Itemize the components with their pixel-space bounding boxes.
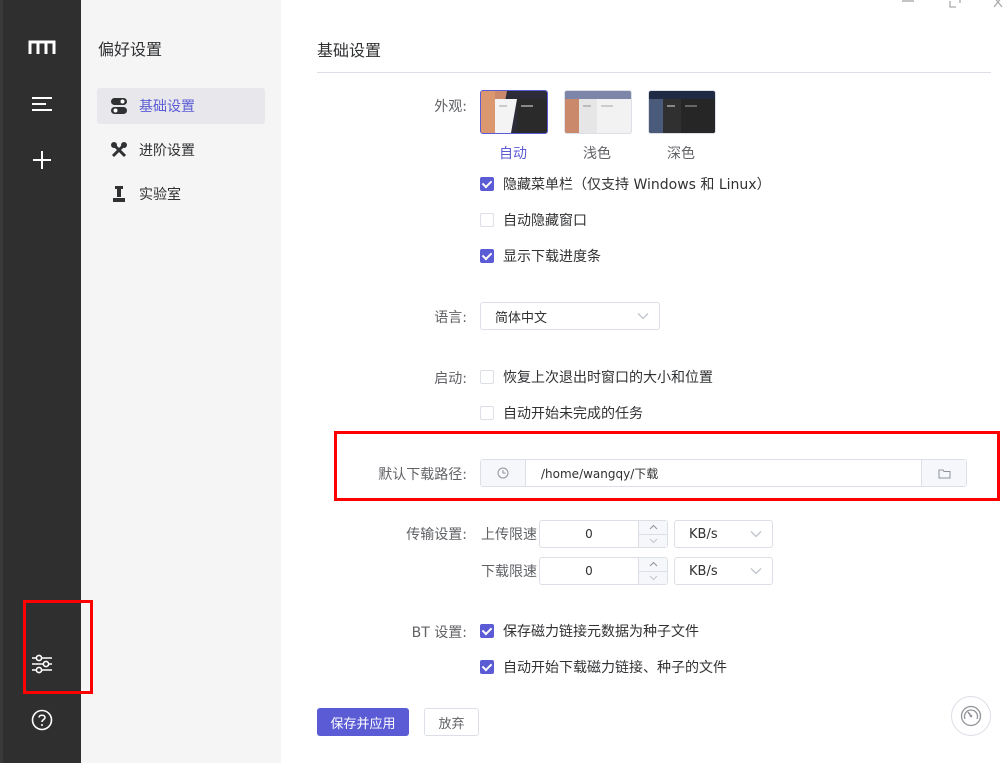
- preferences-title: 偏好设置: [98, 40, 163, 59]
- transfer-label: 传输设置:: [406, 527, 467, 543]
- motrix-logo-icon[interactable]: [3, 27, 81, 67]
- language-value: 简体中文: [495, 310, 548, 326]
- chevron-down-icon: [750, 563, 762, 579]
- folder-icon[interactable]: [921, 460, 966, 486]
- page-title: 基础设置: [317, 41, 382, 60]
- checkbox-box[interactable]: [480, 249, 494, 263]
- chevron-down-icon[interactable]: [639, 534, 667, 547]
- upload-unit-select[interactable]: KB/s: [674, 520, 773, 548]
- preferences-icon[interactable]: [3, 644, 81, 684]
- chevron-down-icon: [750, 526, 762, 542]
- download-path-field[interactable]: /home/wangqy/下载: [480, 459, 967, 487]
- checkbox-label: 自动开始未完成的任务: [503, 406, 643, 422]
- nav-item-basic[interactable]: 基础设置: [97, 88, 265, 124]
- checkbox-label: 保存磁力链接元数据为种子文件: [503, 624, 699, 640]
- theme-auto-thumbnail[interactable]: [480, 90, 548, 134]
- checkbox-box[interactable]: [480, 177, 494, 191]
- nav-item-label: 实验室: [139, 187, 181, 203]
- lab-icon: [109, 185, 129, 203]
- checkbox-box[interactable]: [480, 624, 494, 638]
- theme-light-label[interactable]: 浅色: [564, 143, 630, 163]
- save-magnet-checkbox[interactable]: 保存磁力链接元数据为种子文件: [480, 621, 699, 641]
- toggle-icon: [109, 97, 129, 115]
- add-icon[interactable]: [3, 140, 81, 180]
- checkbox-box[interactable]: [480, 660, 494, 674]
- tools-icon: [109, 141, 129, 159]
- menu-icon[interactable]: [3, 84, 81, 124]
- checkbox-label: 自动开始下载磁力链接、种子的文件: [503, 660, 727, 676]
- bt-auto-start-checkbox[interactable]: 自动开始下载磁力链接、种子的文件: [480, 657, 727, 677]
- title-divider: [317, 72, 991, 73]
- theme-light-thumbnail[interactable]: [564, 90, 632, 134]
- download-path-input[interactable]: /home/wangqy/下载: [526, 460, 921, 486]
- close-icon[interactable]: [993, 0, 1003, 12]
- app-sidebar: [3, 0, 81, 763]
- nav-item-lab[interactable]: 实验室: [97, 176, 265, 212]
- download-limit-label: 下载限速: [481, 564, 537, 580]
- chevron-up-icon[interactable]: [639, 521, 667, 535]
- upload-unit-value: KB/s: [689, 526, 718, 542]
- checkbox-label: 恢复上次退出时窗口的大小和位置: [503, 370, 713, 386]
- appearance-label: 外观:: [434, 99, 467, 115]
- download-limit-stepper[interactable]: 0: [539, 557, 668, 585]
- language-select[interactable]: 简体中文: [480, 302, 660, 330]
- theme-dark-label[interactable]: 深色: [648, 143, 714, 163]
- restore-window-checkbox[interactable]: 恢复上次退出时窗口的大小和位置: [480, 367, 713, 387]
- help-icon[interactable]: [3, 700, 81, 740]
- bt-label: BT 设置:: [411, 625, 467, 641]
- checkbox-box[interactable]: [480, 370, 494, 384]
- upload-limit-label: 上传限速: [481, 527, 537, 543]
- checkbox-box[interactable]: [480, 406, 494, 420]
- download-unit-select[interactable]: KB/s: [674, 557, 773, 585]
- theme-auto-label[interactable]: 自动: [480, 143, 546, 163]
- discard-button[interactable]: 放弃: [424, 708, 479, 736]
- download-unit-value: KB/s: [689, 563, 718, 579]
- preferences-nav: 偏好设置 基础设置 进阶设置 实验室: [81, 0, 281, 763]
- main-panel: 基础设置 外观: 自动 浅色 深色 隐藏菜单栏（仅支持 Windows 和 Li…: [281, 0, 1004, 763]
- chevron-down-icon[interactable]: [639, 571, 667, 584]
- chevron-down-icon: [637, 308, 649, 324]
- download-limit-value[interactable]: 0: [540, 558, 638, 584]
- theme-dark-thumbnail[interactable]: [648, 90, 716, 134]
- checkbox-label: 隐藏菜单栏（仅支持 Windows 和 Linux）: [503, 177, 771, 193]
- hide-menubar-checkbox[interactable]: 隐藏菜单栏（仅支持 Windows 和 Linux）: [480, 174, 771, 194]
- checkbox-box[interactable]: [480, 213, 494, 227]
- download-path-label: 默认下载路径:: [378, 467, 467, 483]
- save-apply-button[interactable]: 保存并应用: [317, 708, 409, 736]
- minimize-icon[interactable]: [901, 0, 915, 12]
- checkbox-label: 自动隐藏窗口: [503, 213, 587, 229]
- nav-item-label: 进阶设置: [139, 143, 195, 159]
- speedometer-icon[interactable]: [951, 696, 991, 736]
- show-progress-checkbox[interactable]: 显示下载进度条: [480, 246, 601, 266]
- upload-limit-value[interactable]: 0: [540, 521, 638, 547]
- nav-item-label: 基础设置: [139, 99, 195, 115]
- history-icon[interactable]: [481, 460, 526, 486]
- upload-limit-stepper[interactable]: 0: [539, 520, 668, 548]
- startup-label: 启动:: [434, 371, 467, 387]
- language-label: 语言:: [434, 310, 467, 326]
- checkbox-label: 显示下载进度条: [503, 249, 601, 265]
- nav-item-advanced[interactable]: 进阶设置: [97, 132, 265, 168]
- maximize-icon[interactable]: [949, 0, 961, 12]
- auto-resume-checkbox[interactable]: 自动开始未完成的任务: [480, 403, 643, 423]
- auto-hide-window-checkbox[interactable]: 自动隐藏窗口: [480, 210, 587, 230]
- chevron-up-icon[interactable]: [639, 558, 667, 572]
